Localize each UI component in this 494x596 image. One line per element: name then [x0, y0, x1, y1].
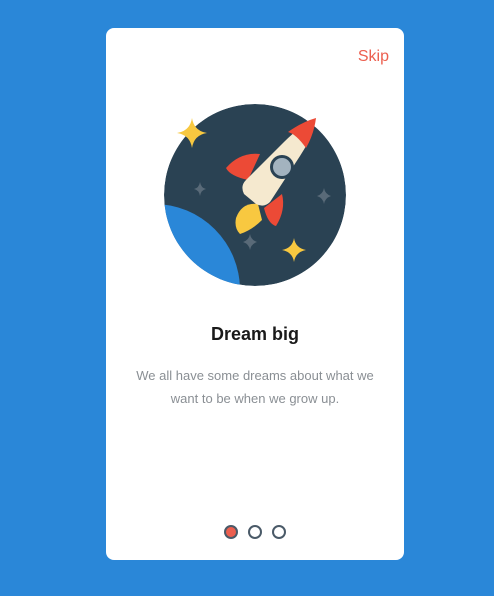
page-title: Dream big [210, 324, 300, 344]
pagination-dot-3[interactable] [272, 525, 286, 539]
pagination-dots [106, 525, 404, 539]
pagination-dot-2[interactable] [248, 525, 262, 539]
rocket-illustration [164, 104, 346, 286]
skip-button[interactable]: Skip [358, 48, 389, 66]
onboarding-card: Skip Dream big We all have some dreams a… [106, 28, 404, 560]
pagination-dot-1[interactable] [224, 525, 238, 539]
page-description: We all have some dreams about what we wa… [136, 368, 374, 406]
onboarding-screen: Skip Dream big We all have some dreams a… [0, 0, 494, 596]
